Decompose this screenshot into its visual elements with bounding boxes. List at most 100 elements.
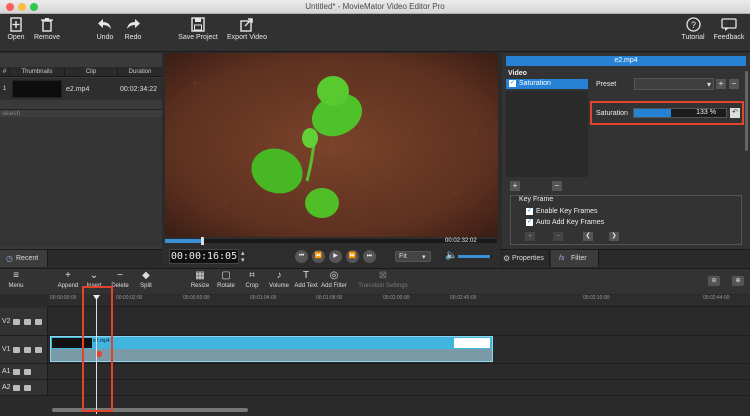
clip-name-header: e2.mp4 — [506, 56, 746, 66]
skip-end-icon[interactable]: ⏭ — [363, 250, 376, 263]
eye-icon[interactable] — [24, 319, 31, 325]
filter-item-saturation[interactable]: ✓ Saturation — [506, 79, 588, 89]
panel-scrollbar[interactable] — [745, 71, 748, 151]
ruler-tick-label: 00:02:00:00 — [383, 295, 410, 301]
append-button[interactable]: + Append — [56, 271, 80, 290]
preset-select[interactable]: ▾ — [634, 78, 714, 90]
checkbox-checked-icon[interactable]: ✓ — [526, 219, 533, 226]
tab-filter[interactable]: fx Filter — [551, 250, 599, 267]
volume-icon[interactable]: 🔈 — [445, 250, 457, 261]
crop-label: Crop — [245, 283, 259, 289]
search-input[interactable]: search — [0, 109, 162, 117]
close-window-button[interactable] — [6, 3, 14, 11]
remove-label: Remove — [33, 34, 61, 41]
track-header: A1 — [0, 364, 48, 379]
feedback-button[interactable]: Feedback — [710, 17, 748, 41]
undo-icon — [98, 19, 111, 29]
playback-progress-fill — [165, 239, 202, 243]
tab-recent[interactable]: ◷ Recent — [0, 250, 48, 267]
track-name: V1 — [2, 346, 11, 353]
add-filter-button[interactable]: + — [510, 181, 520, 191]
transition-settings-button[interactable]: ⊠ Transition Settings — [358, 271, 408, 290]
previous-keyframe-icon[interactable]: ❮ — [583, 232, 593, 241]
add-keyframe-icon[interactable]: + — [525, 232, 535, 241]
crop-button[interactable]: ⌗ Crop — [240, 271, 264, 290]
volume-level — [458, 255, 491, 258]
minimize-window-button[interactable] — [18, 3, 26, 11]
rotate-label: Rotate — [217, 283, 235, 289]
add-preset-button[interactable]: + — [716, 79, 726, 89]
timecode-down-icon[interactable]: ▾ — [241, 256, 245, 264]
column-header-thumbnails[interactable]: Thumbnails — [10, 67, 65, 77]
timeline-menu-button[interactable]: ≡ Menu — [4, 271, 28, 290]
row-index: 1 — [3, 86, 7, 92]
row-clip-name: e2.mp4 — [66, 86, 90, 93]
track-header: V2 — [0, 308, 48, 335]
save-project-button[interactable]: Save Project — [174, 17, 222, 41]
ruler-tick-label: 00:02:44:00 — [703, 295, 730, 301]
remove-button[interactable]: Remove — [32, 17, 62, 41]
volume-slider[interactable] — [458, 255, 492, 258]
volume-label: Volume — [268, 283, 289, 289]
eye-icon[interactable] — [24, 347, 31, 353]
lock-icon[interactable] — [35, 319, 42, 325]
ruler-tick-label: 00:01:04:00 — [250, 295, 277, 301]
play-icon[interactable]: ▶ — [329, 250, 342, 263]
ruler-tick-label: 00:02:10:00 — [583, 295, 610, 301]
column-header-clip[interactable]: Clip — [65, 67, 118, 77]
video-frame-image — [165, 53, 498, 238]
mute-icon[interactable] — [13, 369, 20, 375]
column-header-duration[interactable]: Duration — [118, 67, 162, 77]
tab-properties-label: Properties — [512, 255, 544, 262]
skip-start-icon[interactable]: ⏮ — [295, 250, 308, 263]
volume-button[interactable]: ♪ Volume — [266, 271, 292, 290]
insert-icon: ⌄ — [89, 270, 99, 281]
lock-icon[interactable] — [24, 385, 31, 391]
add-text-button[interactable]: T Add Text — [292, 270, 320, 290]
timeline-clip[interactable]: e2.mp4 — [50, 336, 493, 362]
table-row[interactable]: 1 e2.mp4 00:02:34:22 — [0, 78, 162, 100]
remove-filter-button[interactable]: − — [552, 181, 562, 191]
remove-preset-button[interactable]: − — [729, 79, 739, 89]
zoom-window-button[interactable] — [30, 3, 38, 11]
timeline-empty-area — [48, 396, 750, 416]
checkbox-checked-icon[interactable]: ✓ — [509, 80, 516, 87]
mute-icon[interactable] — [13, 319, 20, 325]
zoom-in-icon[interactable]: ⊕ — [732, 276, 744, 286]
open-icon — [10, 17, 22, 32]
zoom-out-icon[interactable]: ⊖ — [708, 276, 720, 286]
media-tab-bar: ◷ Recent — [0, 249, 162, 267]
rewind-icon[interactable]: ⏪ — [312, 250, 325, 263]
filter-tab-bar: ⚙ Properties fx Filter — [500, 249, 750, 267]
column-header-index[interactable]: # — [0, 67, 10, 77]
open-button[interactable]: Open — [4, 17, 28, 41]
zoom-select[interactable]: Fit ▾ — [395, 251, 431, 262]
timecode-field[interactable]: 00:00:16:05 — [169, 249, 239, 264]
video-preview[interactable] — [165, 53, 498, 238]
export-video-button[interactable]: Export Video — [224, 17, 270, 41]
rotate-button[interactable]: ▢ Rotate — [214, 271, 238, 290]
redo-button[interactable]: Redo — [120, 17, 146, 41]
fx-icon: fx — [559, 255, 565, 262]
lock-icon[interactable] — [35, 347, 42, 353]
add-filter-toolbar-button[interactable]: ◎ Add Filter — [320, 271, 348, 290]
resize-button[interactable]: ▦ Resize — [188, 271, 212, 290]
checkbox-checked-icon[interactable]: ✓ — [526, 208, 533, 215]
clip-end-segment — [454, 338, 490, 348]
ruler-tick-label: 00:00:00:00 — [50, 295, 77, 301]
next-keyframe-icon[interactable]: ❯ — [609, 232, 619, 241]
fast-forward-icon[interactable]: ⏩ — [346, 250, 359, 263]
media-panel: # Thumbnails Clip Duration 1 e2.mp4 00:0… — [0, 53, 162, 249]
undo-button[interactable]: Undo — [92, 17, 118, 41]
lock-icon[interactable] — [24, 369, 31, 375]
mute-icon[interactable] — [13, 347, 20, 353]
remove-keyframe-icon[interactable]: − — [553, 232, 563, 241]
add-filter-label: Add Filter — [321, 283, 347, 289]
split-button[interactable]: ◆ Split — [134, 271, 158, 290]
timeline-ruler[interactable]: 00:00:00:00 00:00:02:00 00:00:50:00 00:0… — [48, 295, 750, 307]
playback-scrubber[interactable] — [200, 237, 204, 245]
tab-properties[interactable]: ⚙ Properties — [500, 250, 550, 267]
tutorial-button[interactable]: ? Tutorial — [678, 17, 708, 41]
mute-icon[interactable] — [13, 385, 20, 391]
text-icon: T — [302, 270, 310, 281]
